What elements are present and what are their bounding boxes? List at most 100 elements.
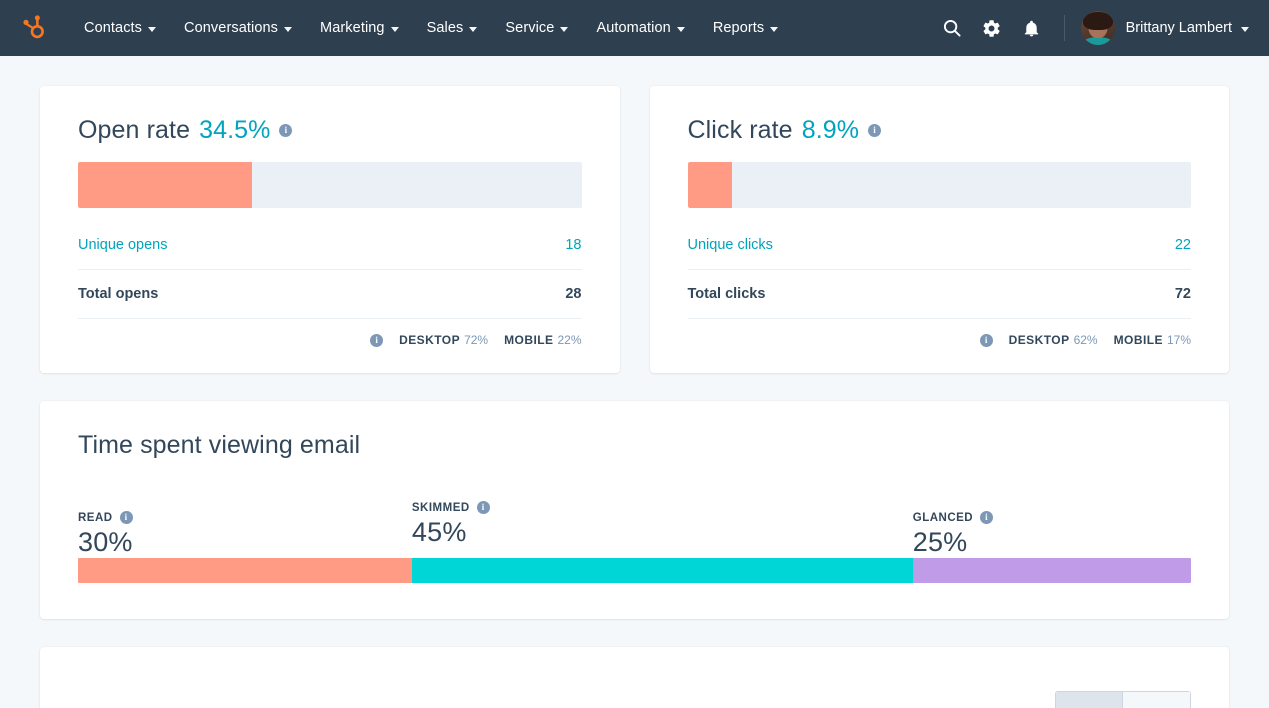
nav-item-marketing[interactable]: Marketing (306, 14, 413, 42)
notifications-bell-icon[interactable] (1012, 8, 1052, 48)
device-mobile-label: MOBILE (1113, 333, 1163, 347)
segment-caption-text: SKIMMED (411, 501, 470, 514)
primary-nav-menu: Contacts Conversations Marketing Sales S… (70, 14, 792, 42)
unique-clicks-value[interactable]: 22 (1175, 237, 1191, 253)
time-spent-segment-labels: READ 30% SKIMMED 45% GLANCED 25% (78, 488, 1191, 558)
click-device-breakdown: DESKTOP62% MOBILE17% (688, 319, 1191, 347)
user-name-label[interactable]: Brittany Lambert (1126, 20, 1232, 36)
device-desktop-value: 72% (464, 333, 489, 347)
unique-opens-value[interactable]: 18 (565, 237, 581, 253)
nav-item-label: Contacts (84, 20, 143, 36)
click-rate-label: Click rate (687, 116, 793, 144)
device-mobile: MOBILE 22% (504, 333, 581, 347)
total-clicks-row: Total clicks 72 (687, 270, 1191, 319)
nav-item-reports[interactable]: Reports (699, 14, 792, 42)
segment-caption-text: GLANCED (912, 511, 974, 524)
time-segment-glanced[interactable] (912, 558, 1191, 583)
total-clicks-label: Total clicks (687, 286, 766, 302)
click-rate-card: Click rate 8.9% Unique clicks 22 Total c… (649, 86, 1229, 373)
unique-opens-row[interactable]: Unique opens 18 (78, 221, 582, 270)
time-segment-read[interactable] (78, 558, 412, 583)
nav-item-automation[interactable]: Automation (582, 14, 698, 42)
device-mobile: MOBILE 17% (1114, 333, 1191, 347)
segment-percent-value: 25% (912, 527, 968, 558)
chevron-down-icon[interactable] (1241, 26, 1249, 32)
time-spent-card: Time spent viewing email READ 30% SKIMMED 4… (40, 401, 1229, 619)
segment-caption-text: READ (78, 511, 113, 524)
view-toggle-right-button[interactable] (1123, 691, 1191, 708)
nav-item-service[interactable]: Service (491, 14, 582, 42)
time-spent-title: Time spent viewing email (78, 431, 361, 459)
open-rate-title: Open rate 34.5% (78, 116, 582, 145)
open-device-breakdown: DESKTOP72% MOBILE22% (78, 319, 582, 347)
view-toggle-group (1055, 691, 1191, 708)
nav-item-label: Marketing (320, 20, 385, 36)
nav-item-sales[interactable]: Sales (413, 14, 492, 42)
open-rate-card: Open rate 34.5% Unique opens 18 Total op… (40, 86, 620, 373)
avatar[interactable] (1080, 11, 1115, 45)
nav-item-label: Service (505, 20, 555, 36)
time-segment-skimmed[interactable] (411, 558, 913, 583)
page-content: Open rate 34.5% Unique opens 18 Total op… (0, 56, 1269, 708)
info-icon[interactable] (279, 124, 293, 137)
unique-opens-label[interactable]: Unique opens (78, 237, 168, 253)
open-rate-label: Open rate (78, 116, 191, 144)
nav-item-conversations[interactable]: Conversations (170, 14, 306, 42)
rate-cards-row: Open rate 34.5% Unique opens 18 Total op… (40, 86, 1229, 373)
top-navigation-bar: Contacts Conversations Marketing Sales S… (0, 0, 1269, 56)
gear-icon[interactable] (972, 8, 1012, 48)
click-rate-title: Click rate 8.9% (688, 116, 1192, 145)
nav-item-contacts[interactable]: Contacts (70, 14, 170, 42)
avatar-hair (1082, 12, 1113, 30)
unique-clicks-row[interactable]: Unique clicks 22 (687, 221, 1191, 270)
chevron-down-icon (284, 26, 293, 32)
device-mobile-label: MOBILE (504, 333, 554, 347)
bottom-partial-card (40, 647, 1229, 708)
chevron-down-icon (676, 26, 685, 32)
open-rate-value: 34.5% (199, 116, 271, 144)
click-rate-value: 8.9% (801, 116, 860, 144)
total-opens-row: Total opens 28 (78, 270, 582, 319)
device-desktop-label: DESKTOP (399, 333, 461, 347)
total-opens-label: Total opens (78, 286, 159, 302)
hubspot-sprocket-logo-icon[interactable] (18, 13, 48, 43)
nav-item-label: Automation (596, 20, 671, 36)
chevron-down-icon (560, 26, 569, 32)
search-icon[interactable] (932, 8, 972, 48)
segment-caption: SKIMMED (411, 501, 490, 515)
device-desktop-value: 62% (1073, 333, 1098, 347)
nav-item-label: Sales (426, 20, 464, 36)
segment-percent-value: 45% (411, 517, 467, 548)
time-segment-label-skimmed: SKIMMED 45% (412, 501, 490, 548)
unique-clicks-label[interactable]: Unique clicks (688, 237, 773, 253)
chevron-down-icon (770, 26, 779, 32)
chevron-down-icon (390, 26, 399, 32)
info-icon[interactable] (979, 333, 993, 347)
segment-caption: READ (78, 511, 133, 525)
open-rate-progress-fill (78, 162, 252, 208)
nav-item-label: Conversations (184, 20, 279, 36)
info-icon[interactable] (868, 124, 882, 137)
chevron-down-icon (148, 26, 157, 32)
device-desktop: DESKTOP 62% (1009, 333, 1098, 347)
chevron-down-icon (469, 26, 478, 32)
time-segment-label-read: READ 30% (78, 511, 133, 558)
info-icon[interactable] (119, 511, 133, 525)
click-rate-progress-bar (687, 162, 1191, 208)
info-icon[interactable] (370, 333, 384, 347)
time-spent-stacked-bar (78, 558, 1191, 583)
view-toggle-left-button[interactable] (1055, 691, 1123, 708)
nav-right-actions: Brittany Lambert (932, 8, 1249, 48)
time-segment-label-glanced: GLANCED 25% (912, 511, 994, 558)
info-icon[interactable] (476, 501, 490, 515)
device-mobile-value: 22% (557, 333, 582, 347)
device-desktop-label: DESKTOP (1008, 333, 1070, 347)
nav-item-label: Reports (712, 20, 765, 36)
total-opens-value: 28 (565, 286, 582, 302)
info-icon[interactable] (980, 511, 994, 525)
device-desktop: DESKTOP 72% (399, 333, 488, 347)
segment-percent-value: 30% (78, 527, 133, 558)
segment-caption: GLANCED (912, 511, 994, 525)
click-rate-progress-fill (687, 162, 733, 208)
device-mobile-value: 17% (1166, 333, 1191, 347)
